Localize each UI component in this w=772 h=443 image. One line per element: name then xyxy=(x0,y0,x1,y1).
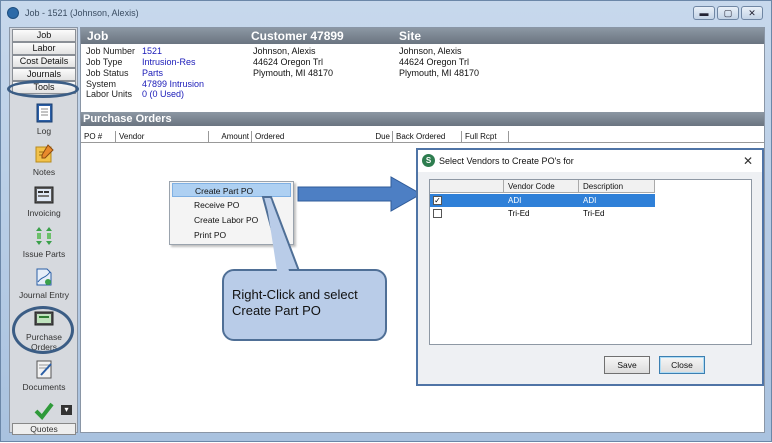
site-heading: Site xyxy=(399,29,422,43)
col-description[interactable]: Description xyxy=(579,180,655,193)
purchase-orders-heading: Purchase Orders xyxy=(81,112,764,126)
instruction-callout: Right-Click and select Create Part PO xyxy=(222,269,387,341)
system-label: System xyxy=(86,79,117,89)
customer-city: Plymouth, MI 48170 xyxy=(253,68,334,78)
customer-street: 44624 Oregon Trl xyxy=(253,57,324,67)
sidebar-item-label: Journal Entry xyxy=(18,290,70,300)
description-cell: Tri-Ed xyxy=(583,209,605,218)
dialog-title: Select Vendors to Create PO's for xyxy=(439,156,574,166)
col-full-receipt[interactable]: Full Rcpt xyxy=(462,131,509,143)
customer-heading: Customer 47899 xyxy=(251,29,344,43)
col-due[interactable]: Due xyxy=(313,131,393,143)
maximize-button[interactable]: ▢ xyxy=(717,6,739,20)
sidebar-item-label: Documents xyxy=(22,382,66,392)
menu-item-create-labor-po[interactable]: Create Labor PO xyxy=(172,213,291,227)
tab-cost-details[interactable]: Cost Details xyxy=(12,55,76,68)
sidebar-item-label: Notes xyxy=(32,167,56,177)
app-icon xyxy=(7,7,19,19)
sidebar-item-issue-parts[interactable]: Issue Parts xyxy=(10,225,78,259)
dialog-title-bar: S Select Vendors to Create PO's for ✕ xyxy=(418,150,762,172)
col-amount[interactable]: Amount xyxy=(209,131,252,143)
site-name: Johnson, Alexis xyxy=(399,46,462,56)
vendor-code-cell: ADI xyxy=(508,196,522,205)
purchase-orders-column-header: PO # Vendor Amount Ordered Due Back Orde… xyxy=(81,131,764,143)
sidebar-item-label: Issue Parts xyxy=(22,249,66,259)
sidebar-item-log[interactable]: Log xyxy=(10,102,78,136)
col-back-ordered[interactable]: Back Ordered xyxy=(393,131,462,143)
tab-labor[interactable]: Labor xyxy=(12,42,76,55)
vendor-checkbox[interactable]: ✓ xyxy=(433,196,442,205)
job-status-label: Job Status xyxy=(86,68,129,78)
job-heading: Job xyxy=(87,29,109,43)
dialog-body: Vendor Code Description ✓ ADI ADI Tri-Ed… xyxy=(418,172,762,384)
col-select xyxy=(430,180,504,193)
table-row[interactable]: Tri-Ed Tri-Ed xyxy=(430,207,655,220)
close-button[interactable]: Close xyxy=(659,356,705,374)
invoice-icon xyxy=(34,186,54,204)
notes-icon xyxy=(35,144,54,163)
menu-item-receive-po[interactable]: Receive PO xyxy=(172,198,291,212)
purchase-orders-highlight-circle xyxy=(12,306,74,354)
vendor-grid: Vendor Code Description ✓ ADI ADI Tri-Ed… xyxy=(429,179,752,345)
job-number-label: Job Number xyxy=(86,46,136,56)
left-sidebar: Job Labor Cost Details Journals Tools Lo… xyxy=(7,27,79,435)
sidebar-item-label: Invoicing xyxy=(27,208,61,218)
table-row[interactable]: ✓ ADI ADI xyxy=(430,194,655,207)
tools-highlight-circle xyxy=(7,80,79,98)
application-window: Job - 1521 (Johnson, Alexis) ▬ ▢ ✕ Job L… xyxy=(0,0,772,442)
job-type-value[interactable]: Intrusion-Res xyxy=(142,57,196,67)
sidebar-item-notes[interactable]: Notes xyxy=(10,143,78,177)
job-number-value[interactable]: 1521 xyxy=(142,46,162,56)
site-street: 44624 Oregon Trl xyxy=(399,57,470,67)
select-vendors-dialog: S Select Vendors to Create PO's for ✕ Ve… xyxy=(416,148,764,386)
col-po-number[interactable]: PO # xyxy=(81,131,116,143)
vendor-code-cell: Tri-Ed xyxy=(508,209,530,218)
site-city: Plymouth, MI 48170 xyxy=(399,68,480,78)
minimize-button[interactable]: ▬ xyxy=(693,6,715,20)
sidebar-item-label: Quotes xyxy=(12,423,76,435)
checkmark-icon xyxy=(34,402,54,421)
journal-entry-icon xyxy=(36,268,52,286)
sidebar-item-journal-entry[interactable]: Journal Entry xyxy=(10,266,78,300)
po-context-menu: Create Part PO Receive PO Create Labor P… xyxy=(169,181,294,245)
window-title: Job - 1521 (Johnson, Alexis) xyxy=(25,8,139,18)
save-button[interactable]: Save xyxy=(604,356,650,374)
tab-job[interactable]: Job xyxy=(12,29,76,42)
title-bar: Job - 1521 (Johnson, Alexis) ▬ ▢ ✕ xyxy=(1,1,771,25)
customer-name: Johnson, Alexis xyxy=(253,46,316,56)
app-logo-icon: S xyxy=(422,154,435,167)
issue-parts-icon xyxy=(36,227,52,245)
menu-item-print-po[interactable]: Print PO xyxy=(172,228,291,242)
labor-units-value[interactable]: 0 (0 Used) xyxy=(142,89,184,99)
close-window-button[interactable]: ✕ xyxy=(741,6,763,20)
documents-icon xyxy=(36,360,52,379)
labor-units-label: Labor Units xyxy=(86,89,133,99)
sidebar-dropdown-button[interactable]: ▾ xyxy=(61,405,72,415)
log-book-icon xyxy=(36,103,53,123)
sidebar-item-invoicing[interactable]: Invoicing xyxy=(10,184,78,218)
job-status-value[interactable]: Parts xyxy=(142,68,163,78)
job-type-label: Job Type xyxy=(86,57,123,67)
description-cell: ADI xyxy=(583,196,597,205)
col-vendor-code[interactable]: Vendor Code xyxy=(504,180,579,193)
sidebar-item-documents[interactable]: Documents xyxy=(10,358,78,392)
system-value[interactable]: 47899 Intrusion xyxy=(142,79,204,89)
sidebar-item-label: Log xyxy=(36,126,52,136)
menu-item-create-part-po[interactable]: Create Part PO xyxy=(172,183,291,197)
job-header-bar: Job Customer 47899 Site xyxy=(81,28,764,44)
vendor-checkbox[interactable] xyxy=(433,209,442,218)
dialog-close-icon[interactable]: ✕ xyxy=(743,154,753,168)
col-vendor[interactable]: Vendor xyxy=(116,131,209,143)
